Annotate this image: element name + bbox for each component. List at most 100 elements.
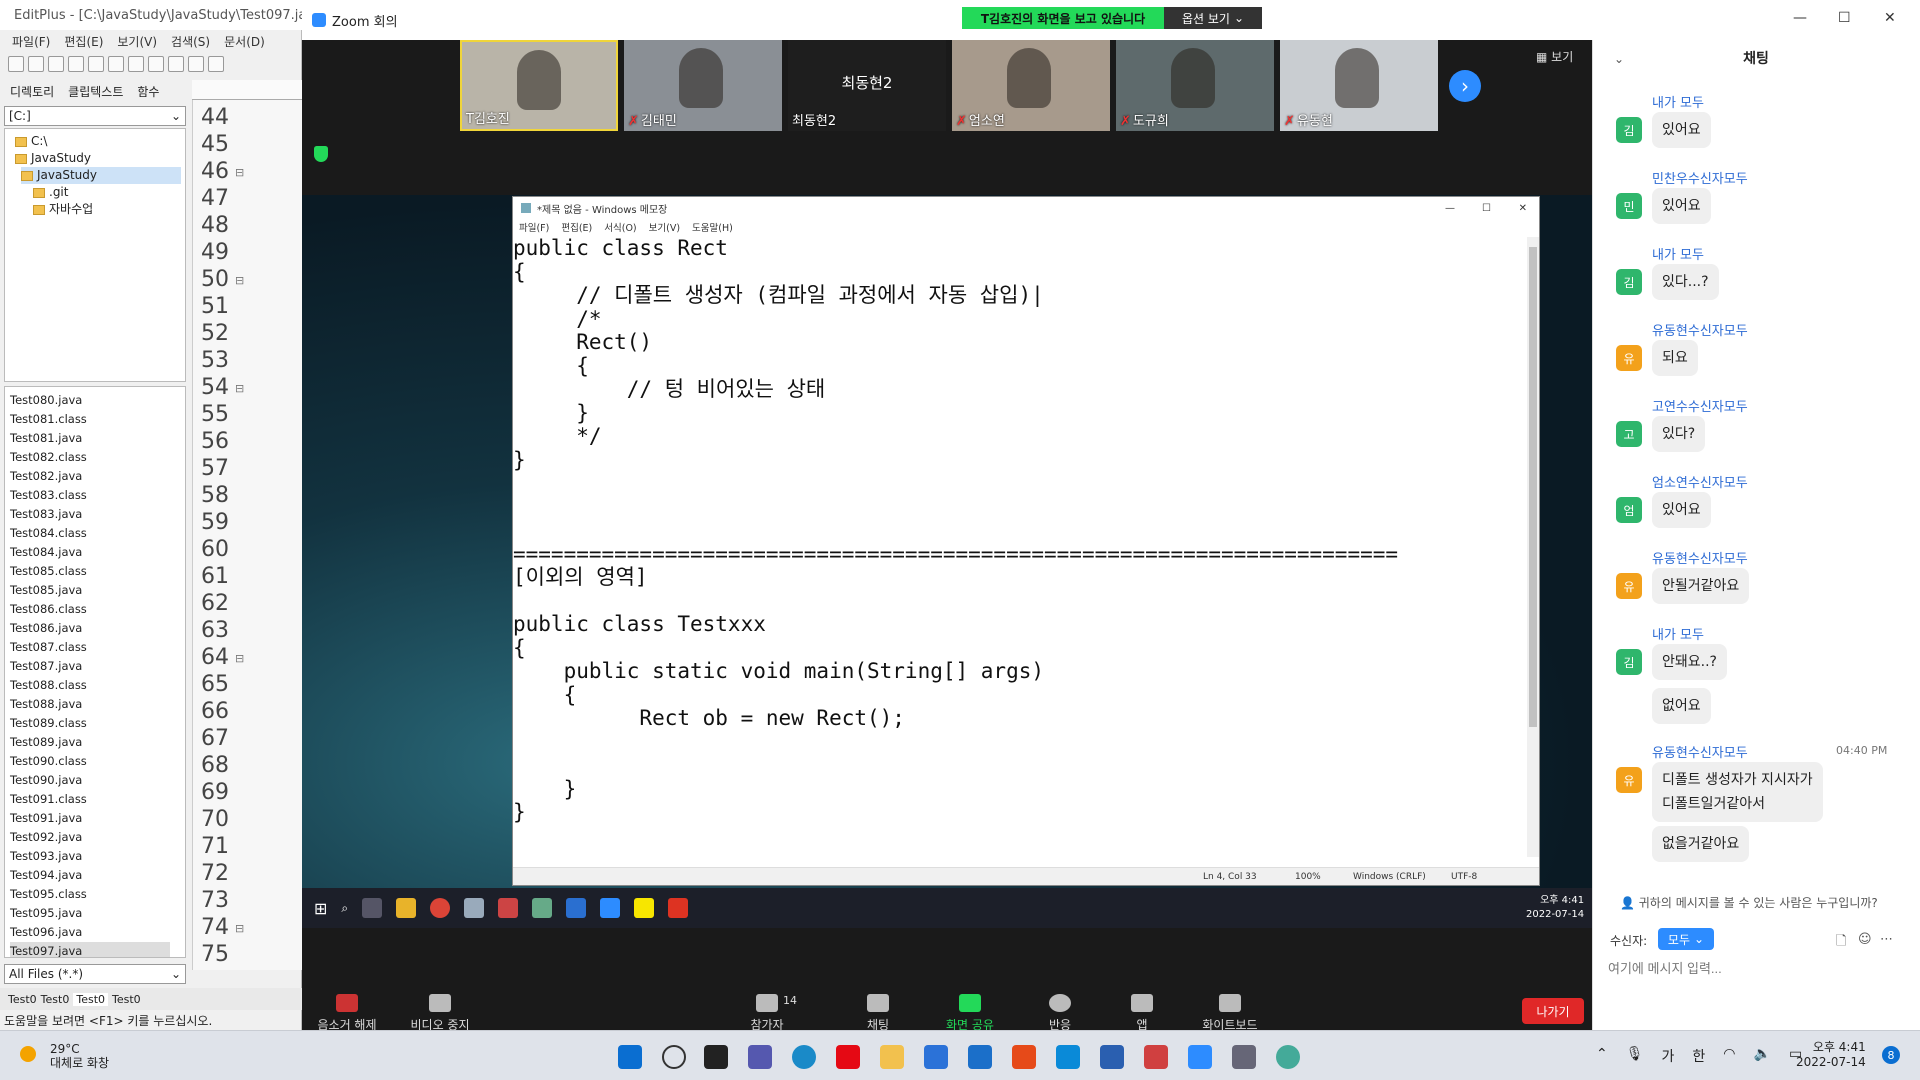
participant-tile[interactable]: 최동현2 최동현2	[788, 40, 946, 131]
new-file-icon[interactable]	[8, 56, 24, 72]
file-list-item[interactable]: Test095.java	[10, 904, 82, 923]
chat-sender[interactable]: 엄소연수신자모두	[1652, 472, 1748, 491]
participant-tile[interactable]: ✗ 도규희	[1116, 40, 1274, 131]
file-list-item[interactable]: Test091.java	[10, 809, 82, 828]
notification-badge[interactable]: 8	[1882, 1046, 1900, 1064]
file-list-item[interactable]: Test088.java	[10, 695, 82, 714]
notepad-menu-edit[interactable]: 편집(E)	[561, 220, 592, 234]
close-window-icon[interactable]: ✕	[1884, 10, 1896, 26]
remote-desktop-icon[interactable]	[1056, 1045, 1080, 1069]
notepad-menu-format[interactable]: 서식(O)	[604, 220, 636, 234]
app-icon[interactable]	[1276, 1045, 1300, 1069]
file-list-item[interactable]: Test084.class	[10, 524, 87, 543]
chat-recipient-select[interactable]: 모두 ⌄	[1658, 928, 1714, 950]
editplus-taskbar-icon[interactable]	[1144, 1045, 1168, 1069]
emoji-icon[interactable]: ☺	[1858, 932, 1872, 947]
reactions-button[interactable]: 반응	[1020, 994, 1100, 1033]
tree-node[interactable]: 자바수업	[33, 201, 93, 218]
file-list-item[interactable]: Test092.java	[10, 828, 82, 847]
file-list-item[interactable]: Test085.class	[10, 562, 87, 581]
speaker-icon[interactable]: 🔈	[1754, 1046, 1771, 1066]
leave-button[interactable]: 나가기	[1522, 998, 1584, 1024]
menu-search[interactable]: 검색(S)	[171, 33, 210, 50]
file-list-item[interactable]: Test081.class	[10, 410, 87, 429]
next-page-button[interactable]: ›	[1449, 70, 1481, 102]
chat-sender[interactable]: 내가 모두	[1652, 624, 1704, 643]
file-list-item[interactable]: Test085.java	[10, 581, 82, 600]
file-list-item[interactable]: Test087.class	[10, 638, 87, 657]
tree-node[interactable]: JavaStudy	[15, 150, 91, 167]
file-list-item[interactable]: Test082.class	[10, 448, 87, 467]
chat-sender[interactable]: 내가 모두	[1652, 92, 1704, 111]
file-list-item[interactable]: Test095.class	[10, 885, 87, 904]
chat-sender[interactable]: 유동현수신자모두	[1652, 742, 1748, 761]
mail-icon[interactable]	[968, 1045, 992, 1069]
wifi-icon[interactable]: ◠	[1723, 1046, 1735, 1066]
notepad-menu-view[interactable]: 보기(V)	[649, 220, 680, 234]
ime-indicator[interactable]: 가	[1662, 1046, 1675, 1066]
participants-button[interactable]: 참가자 14	[727, 994, 807, 1033]
store-icon[interactable]	[924, 1045, 948, 1069]
chat-sender[interactable]: 고연수수신자모두	[1652, 396, 1748, 415]
notepad-minimize-icon[interactable]: —	[1445, 203, 1455, 214]
whiteboard-button[interactable]: 화이트보드	[1190, 994, 1270, 1033]
weather-widget[interactable]: 29°C 대체로 화창	[50, 1042, 109, 1070]
file-list-item[interactable]: Test083.class	[10, 486, 87, 505]
notepad-menu-file[interactable]: 파일(F)	[519, 220, 549, 234]
participant-tile[interactable]: ✗ 엄소연	[952, 40, 1110, 131]
file-list-item[interactable]: Test089.class	[10, 714, 87, 733]
file-filter-select[interactable]: All Files (*.*) ⌄	[4, 964, 186, 984]
file-attach-icon[interactable]: 🗋	[1836, 932, 1846, 954]
file-list-item[interactable]: Test082.java	[10, 467, 82, 486]
file-list-item[interactable]: Test083.java	[10, 505, 82, 524]
file-list-item[interactable]: Test080.java	[10, 391, 82, 410]
tab-cliptext[interactable]: 클립텍스트	[68, 83, 123, 100]
file-list-item[interactable]: Test086.class	[10, 600, 87, 619]
task-view-icon[interactable]	[704, 1045, 728, 1069]
fold-marker-icon[interactable]: ⊟	[235, 922, 244, 935]
edge-icon[interactable]	[792, 1045, 816, 1069]
chat-sender[interactable]: 내가 모두	[1652, 244, 1704, 263]
apps-button[interactable]: 앱	[1102, 994, 1182, 1033]
file-list-item[interactable]: Test090.class	[10, 752, 87, 771]
chat-sender[interactable]: 유동현수신자모두	[1652, 320, 1748, 339]
close-icon[interactable]	[208, 56, 224, 72]
notepad-close-icon[interactable]: ✕	[1519, 203, 1527, 214]
chat-button[interactable]: 채팅	[838, 994, 918, 1033]
tree-node[interactable]: C:\	[15, 133, 47, 150]
settings-icon[interactable]	[1232, 1045, 1256, 1069]
notepad-menu-help[interactable]: 도움말(H)	[692, 220, 733, 234]
menu-view[interactable]: 보기(V)	[117, 33, 157, 50]
spellcheck-icon[interactable]	[128, 56, 144, 72]
document-tab[interactable]: Test0	[73, 992, 109, 1006]
file-list-item[interactable]: Test087.java	[10, 657, 82, 676]
stop-video-button[interactable]: 비디오 중지	[400, 994, 480, 1033]
cut-icon[interactable]	[88, 56, 104, 72]
scroll-thumb[interactable]	[1529, 247, 1537, 727]
tree-node-selected[interactable]: JavaStudy	[21, 167, 181, 184]
participant-tile[interactable]: ✗ 김태민	[624, 40, 782, 131]
fold-marker-icon[interactable]: ⊟	[235, 166, 244, 179]
participant-tile[interactable]: T김호진	[460, 40, 618, 131]
file-list-item[interactable]: Test097.java	[10, 942, 170, 957]
fold-marker-icon[interactable]: ⊟	[235, 652, 244, 665]
file-explorer-icon[interactable]	[880, 1045, 904, 1069]
notepad-text-area[interactable]: public class Rect { // 디폴트 생성자 (컴파일 과정에서…	[513, 237, 1523, 862]
file-list-item[interactable]: Test084.java	[10, 543, 82, 562]
share-screen-button[interactable]: 화면 공유	[930, 994, 1010, 1033]
taskbar-clock[interactable]: 오후 4:41 2022-07-14	[1796, 1040, 1866, 1070]
maximize-icon[interactable]: ☐	[1838, 10, 1851, 26]
menu-file[interactable]: 파일(F)	[12, 33, 50, 50]
file-list-item[interactable]: Test091.class	[10, 790, 87, 809]
file-list-item[interactable]: Test096.java	[10, 923, 82, 942]
participant-tile[interactable]: ✗ 유동현	[1280, 40, 1438, 131]
view-options-button[interactable]: 옵션 보기 ⌄	[1164, 7, 1262, 29]
document-tab[interactable]: Test0	[8, 993, 37, 1006]
file-list-item[interactable]: Test093.java	[10, 847, 82, 866]
chat-message-input[interactable]	[1608, 956, 1908, 980]
file-list-item[interactable]: Test089.java	[10, 733, 82, 752]
netflix-icon[interactable]	[836, 1045, 860, 1069]
save-all-icon[interactable]	[68, 56, 84, 72]
file-list-item[interactable]: Test090.java	[10, 771, 82, 790]
tab-functions[interactable]: 함수	[137, 83, 159, 100]
